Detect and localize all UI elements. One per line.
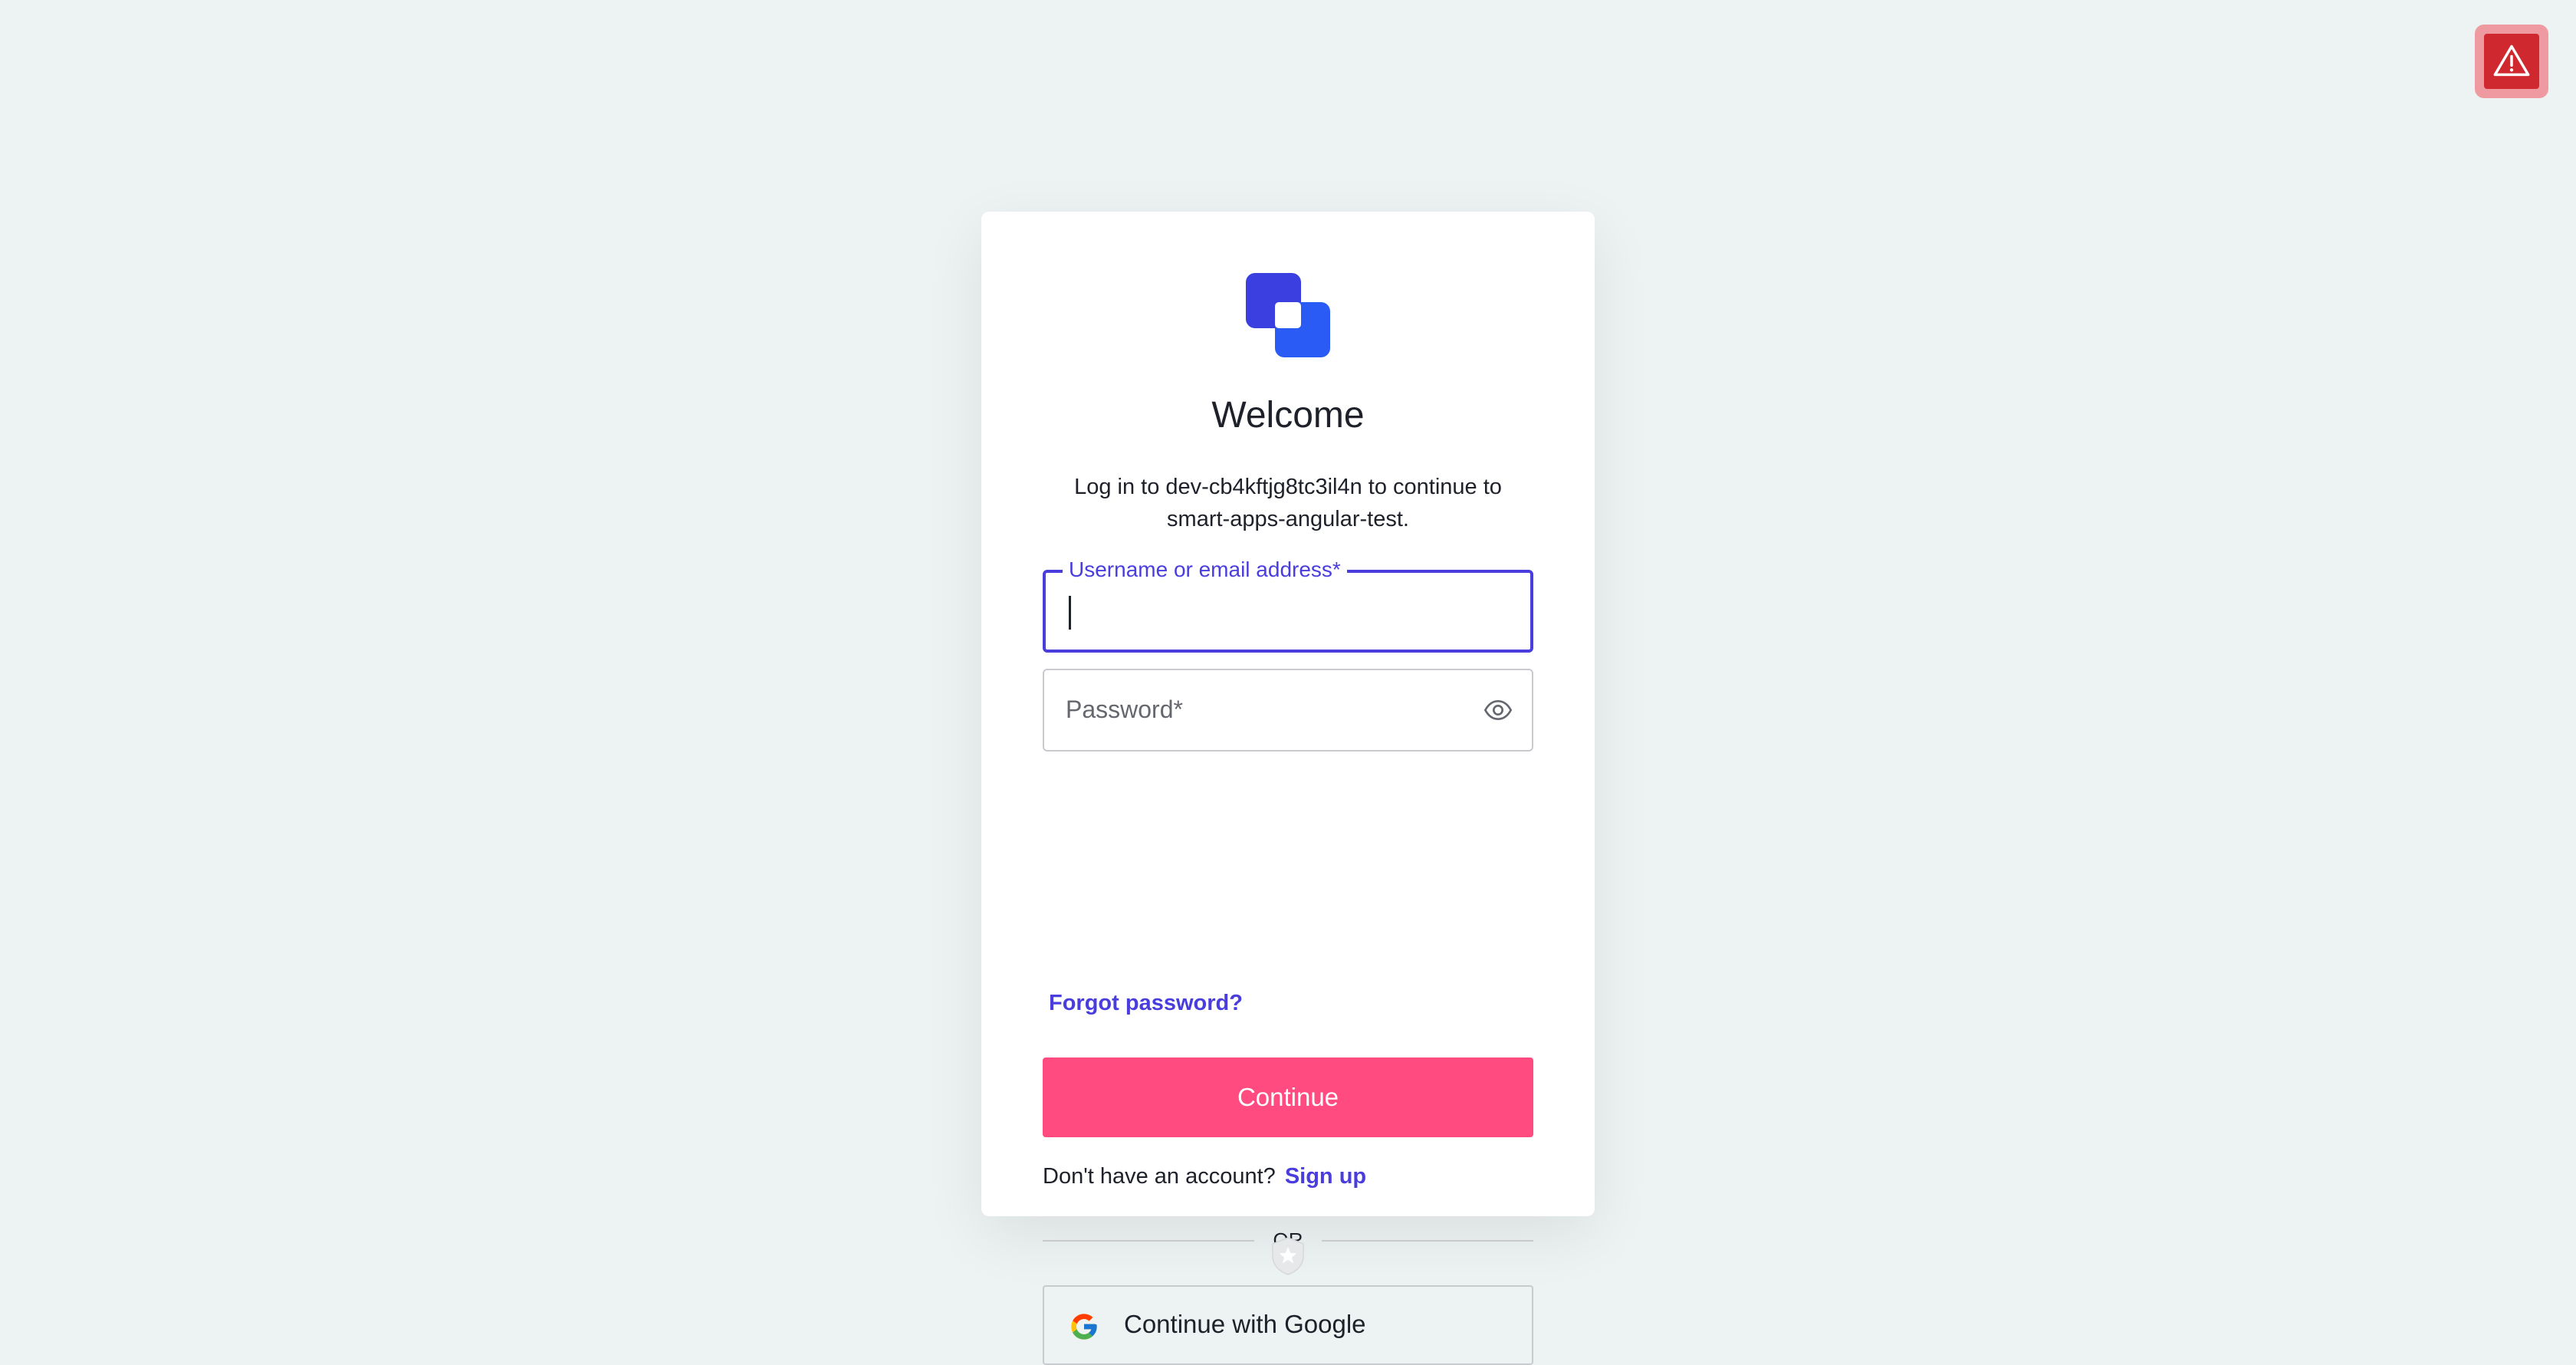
google-g-icon bbox=[1071, 1314, 1097, 1340]
signup-row: Don't have an account? Sign up bbox=[1043, 1164, 1366, 1189]
login-subtitle: Log in to dev-cb4kftjg8tc3il4n to contin… bbox=[1074, 475, 1502, 531]
signup-prompt: Don't have an account? bbox=[1043, 1164, 1276, 1189]
continue-button[interactable]: Continue bbox=[1043, 1057, 1533, 1137]
eye-icon bbox=[1484, 699, 1513, 721]
warning-alert-button[interactable] bbox=[2475, 25, 2548, 98]
warning-icon-container bbox=[2484, 34, 2539, 89]
password-field[interactable] bbox=[1043, 669, 1533, 752]
text-caret bbox=[1069, 596, 1071, 630]
warning-triangle-icon bbox=[2493, 44, 2530, 77]
google-button-label: Continue with Google bbox=[1124, 1310, 1366, 1338]
show-password-button[interactable] bbox=[1481, 693, 1515, 727]
login-card: Welcome Log in to dev-cb4kftjg8tc3il4n t… bbox=[981, 212, 1595, 1365]
brand-logo-icon bbox=[1246, 273, 1330, 357]
password-input[interactable] bbox=[1064, 687, 1481, 732]
signup-link[interactable]: Sign up bbox=[1285, 1164, 1366, 1189]
divider-line-right bbox=[1322, 1240, 1533, 1242]
username-input[interactable] bbox=[1066, 590, 1483, 634]
username-field[interactable]: Username or email address* bbox=[1043, 556, 1533, 653]
forgot-password-link[interactable]: Forgot password? bbox=[1049, 991, 1243, 1016]
auth0-badge-icon bbox=[1272, 1237, 1304, 1275]
page-title: Welcome bbox=[1211, 395, 1365, 436]
continue-with-google-button[interactable]: Continue with Google bbox=[1043, 1285, 1533, 1365]
username-label: Username or email address* bbox=[1063, 556, 1347, 584]
